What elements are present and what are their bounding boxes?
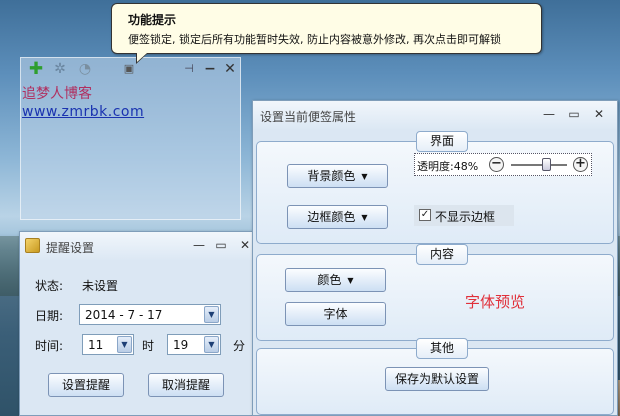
text-color-button[interactable]: 颜色 ▼ (285, 268, 386, 292)
add-icon[interactable]: ✚ (28, 61, 44, 78)
save-as-default-button[interactable]: 保存为默认设置 (385, 367, 489, 391)
minute-select[interactable]: 19 ▼ (167, 334, 221, 355)
hide-border-checkbox[interactable]: ✓ (419, 209, 431, 221)
chevron-down-icon: ▼ (347, 275, 354, 285)
clock-icon[interactable]: ◔ (77, 61, 93, 77)
tooltip-body: 便签锁定, 锁定后所有功能暂时失效, 防止内容被意外修改, 再次点击即可解锁 (128, 33, 501, 46)
tooltip-title: 功能提示 (128, 13, 177, 27)
font-preview: 字体预览 (465, 293, 526, 311)
chevron-down-icon: ▼ (361, 212, 368, 222)
hour-select[interactable]: 11 ▼ (82, 334, 134, 355)
appearance-group-title: 界面 (416, 131, 468, 152)
note-toolbar: ✚ ✲ ◔ ▣ ⊣ − ✕ (21, 58, 240, 80)
close-icon[interactable]: ✕ (238, 238, 252, 252)
font-button[interactable]: 字体 (285, 302, 386, 326)
chevron-down-icon: ▼ (361, 171, 368, 181)
increase-opacity-icon[interactable]: + (573, 157, 588, 172)
content-group-title: 内容 (416, 244, 468, 265)
content-group: 内容 颜色 ▼ 字体 (256, 244, 614, 341)
feature-tooltip: 功能提示 便签锁定, 锁定后所有功能暂时失效, 防止内容被意外修改, 再次点击即… (111, 3, 542, 64)
chevron-down-icon[interactable]: ▼ (117, 336, 132, 353)
text-color-label: 颜色 (317, 273, 342, 287)
opacity-slider-track[interactable] (511, 164, 567, 166)
maximize-icon[interactable]: ▭ (214, 238, 228, 252)
opacity-control: 透明度:48% − + (414, 153, 592, 176)
opacity-label: 透明度:48% (417, 160, 479, 173)
opacity-slider-thumb[interactable] (542, 158, 551, 171)
time-label: 时间: (35, 339, 64, 353)
minimize-icon[interactable]: — (192, 238, 206, 252)
status-label: 状态: (35, 279, 64, 293)
minimize-icon[interactable]: — (542, 107, 556, 121)
maximize-icon[interactable]: ▭ (567, 107, 581, 121)
decrease-opacity-icon[interactable]: − (489, 157, 504, 172)
reminder-settings-window: 提醒设置 — ▭ ✕ 状态: 未设置 日期: 2014 - 7 - 17 ▼ 时… (19, 231, 261, 416)
minute-value: 19 (173, 338, 189, 352)
note-properties-window: 设置当前便签属性 — ▭ ✕ 界面 背景颜色 ▼ 边框颜色 ▼ 透明度:48% − … (252, 100, 618, 416)
other-group: 其他 保存为默认设置 (256, 338, 614, 415)
lock-icon[interactable]: ▣ (121, 61, 137, 77)
minute-unit: 分 (233, 339, 246, 353)
date-picker[interactable]: 2014 - 7 - 17 ▼ (79, 304, 221, 325)
border-color-label: 边框颜色 (307, 210, 356, 224)
settings-icon[interactable]: ✲ (52, 61, 68, 77)
background-color-button[interactable]: 背景颜色 ▼ (287, 164, 388, 188)
cancel-reminder-button[interactable]: 取消提醒 (148, 373, 224, 397)
note-text-line-1[interactable]: 追梦人博客 (22, 83, 92, 103)
minimize-icon[interactable]: − (202, 61, 218, 77)
sticky-note[interactable]: ✚ ✲ ◔ ▣ ⊣ − ✕ 追梦人博客 www.zmrbk.com (20, 57, 241, 220)
set-reminder-button[interactable]: 设置提醒 (48, 373, 124, 397)
reminder-window-title: 提醒设置 (46, 241, 95, 255)
date-label: 日期: (35, 309, 64, 323)
reminder-note-icon (25, 238, 40, 253)
background-color-label: 背景颜色 (307, 169, 356, 183)
chevron-down-icon[interactable]: ▼ (204, 336, 219, 353)
chevron-down-icon[interactable]: ▼ (204, 306, 219, 323)
properties-titlebar[interactable]: 设置当前便签属性 — ▭ ✕ (253, 101, 617, 129)
hour-value: 11 (88, 338, 104, 352)
hide-border-option[interactable]: ✓ 不显示边框 (414, 205, 514, 226)
hour-unit: 时 (142, 339, 155, 353)
properties-window-title: 设置当前便签属性 (260, 110, 357, 124)
close-icon[interactable]: ✕ (222, 61, 238, 77)
date-value: 2014 - 7 - 17 (85, 308, 163, 322)
pin-icon[interactable]: ⊣ (181, 61, 197, 77)
hide-border-label: 不显示边框 (435, 210, 496, 224)
reminder-titlebar[interactable]: 提醒设置 — ▭ ✕ (20, 232, 260, 260)
note-text-link[interactable]: www.zmrbk.com (22, 104, 144, 120)
other-group-title: 其他 (416, 338, 468, 359)
close-icon[interactable]: ✕ (592, 107, 606, 121)
status-value: 未设置 (82, 279, 119, 293)
border-color-button[interactable]: 边框颜色 ▼ (287, 205, 388, 229)
